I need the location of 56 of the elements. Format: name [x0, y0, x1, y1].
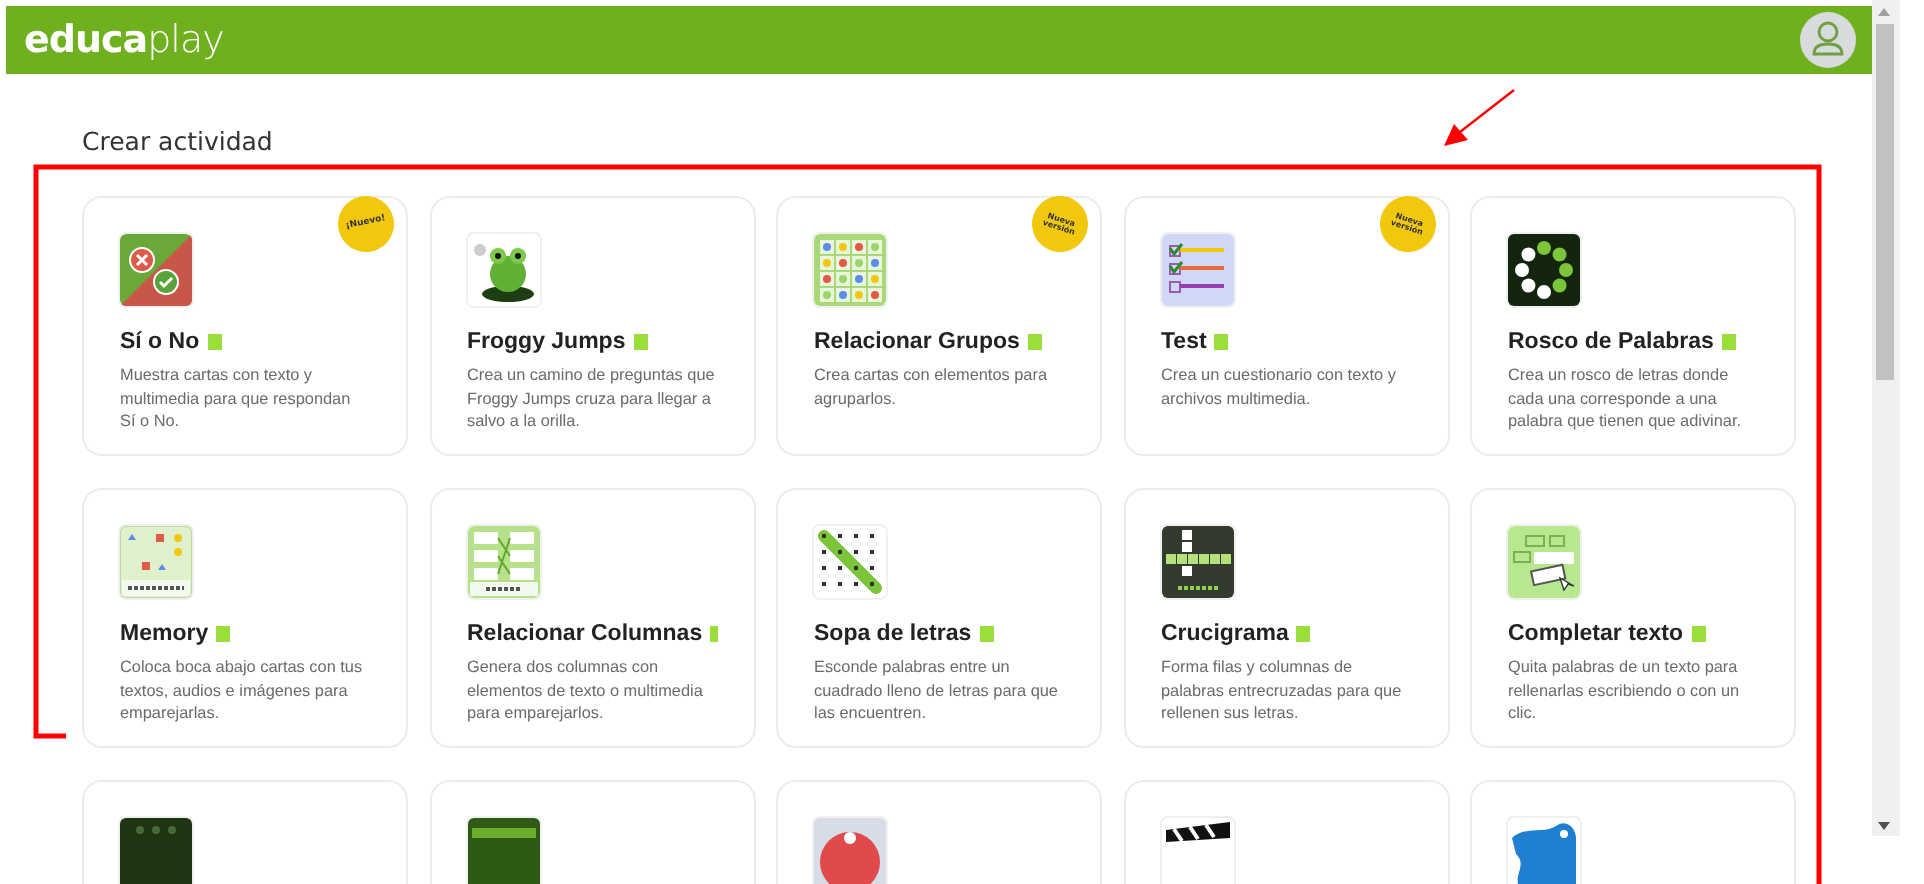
user-avatar-icon[interactable] [1800, 12, 1856, 68]
activity-description: Genera dos columnas con elementos de texto o multimedia para emparejarlos. [467, 656, 705, 725]
tag-icon [633, 334, 648, 350]
letter-ring-icon [1508, 234, 1580, 306]
activity-description: Forma filas y columnas de palabras entrecruzadas para que rellenen sus letras. [1161, 656, 1404, 725]
tag-icon [979, 626, 994, 642]
activity-title: Crucigrama [1161, 622, 1289, 646]
scrollbar[interactable] [1872, 0, 1900, 836]
map-icon [1508, 818, 1580, 884]
tag-icon [216, 626, 231, 642]
activity-title: Completar texto [1508, 622, 1684, 646]
panel-icon [467, 818, 539, 884]
activity-card[interactable]: Crucigrama Forma filas y columnas de palabras entrecruzadas para que rellenen sus letras. [1123, 488, 1449, 748]
activity-title: Rosco de Palabras [1508, 330, 1714, 354]
clapperboard-icon [1161, 818, 1233, 884]
activity-description: Crea un rosco de letras donde cada una corresponde a una palabra que tienen que adivinar. [1508, 364, 1744, 433]
tag-icon [1027, 334, 1042, 350]
dots-icon [120, 818, 192, 884]
activity-description: Muestra cartas con texto y multimedia para que respondan Sí o No. [120, 364, 353, 433]
tag-icon [710, 626, 717, 642]
activity-title: Sí o No [120, 330, 200, 354]
tag-icon [1214, 334, 1229, 350]
activity-card[interactable]: Rosco de Palabras Crea un rosco de letras donde cada una corresponde a una palabra que tienen que adivinar. [1470, 196, 1796, 456]
activity-description: Crea un cuestionario con texto y archivos multimedia. [1161, 364, 1398, 410]
memory-cards-icon [120, 526, 192, 598]
activity-card[interactable]: Froggy Jumps Crea un camino de preguntas que Froggy Jumps cruza para llegar a salvo a la orilla. [429, 196, 755, 456]
tag-icon [207, 334, 222, 350]
tag-icon [1296, 626, 1311, 642]
frog-icon [467, 234, 539, 306]
tag-icon [1721, 334, 1736, 350]
activity-description: Crea un camino de preguntas que Froggy Jumps cruza para llegar a salvo a la orilla. [467, 364, 717, 433]
activity-title: Froggy Jumps [467, 330, 626, 354]
activity-title: Memory [120, 622, 209, 646]
activity-card[interactable]: Completar texto Quita palabras de un texto para rellenarlas escribiendo o con un clic. [1470, 488, 1796, 748]
page-title: Crear actividad [82, 126, 275, 156]
crossword-icon [1161, 526, 1233, 598]
grid-icon [814, 234, 886, 306]
activity-description: Coloca boca abajo cartas con tus textos, audios e imágenes para emparejarlas. [120, 656, 365, 725]
annotation-arrow [1444, 89, 1515, 146]
activity-title: Sopa de letras [814, 622, 972, 646]
activity-card[interactable]: Relacionar Columnas Genera dos columnas con elementos de texto o multimedia para emparejarlos. [429, 488, 755, 748]
activity-title: Relacionar Grupos [814, 330, 1020, 354]
circle-icon [814, 818, 886, 884]
activity-card[interactable]: Sopa de letras Esconde palabras entre un cuadrado lleno de letras para que las encuentren. [776, 488, 1102, 748]
fill-text-icon [1508, 526, 1580, 598]
activity-description: Esconde palabras entre un cuadrado lleno de letras para que las encuentren. [814, 656, 1060, 725]
activity-title: Test [1161, 330, 1207, 354]
checklist-icon [1161, 234, 1233, 306]
activity-title: Relacionar Columnas [467, 622, 703, 646]
check-cross-icon [120, 234, 192, 306]
activity-description: Crea cartas con elementos para agruparlos. [814, 364, 1050, 410]
word-search-icon [814, 526, 886, 598]
activity-card[interactable]: Memory Coloca boca abajo cartas con tus textos, audios e imágenes para emparejarlas. [82, 488, 408, 748]
matching-pairs-icon [467, 526, 539, 598]
activity-description: Quita palabras de un texto para rellenarlas escribiendo o con un clic. [1508, 656, 1742, 725]
tag-icon [1691, 626, 1706, 642]
